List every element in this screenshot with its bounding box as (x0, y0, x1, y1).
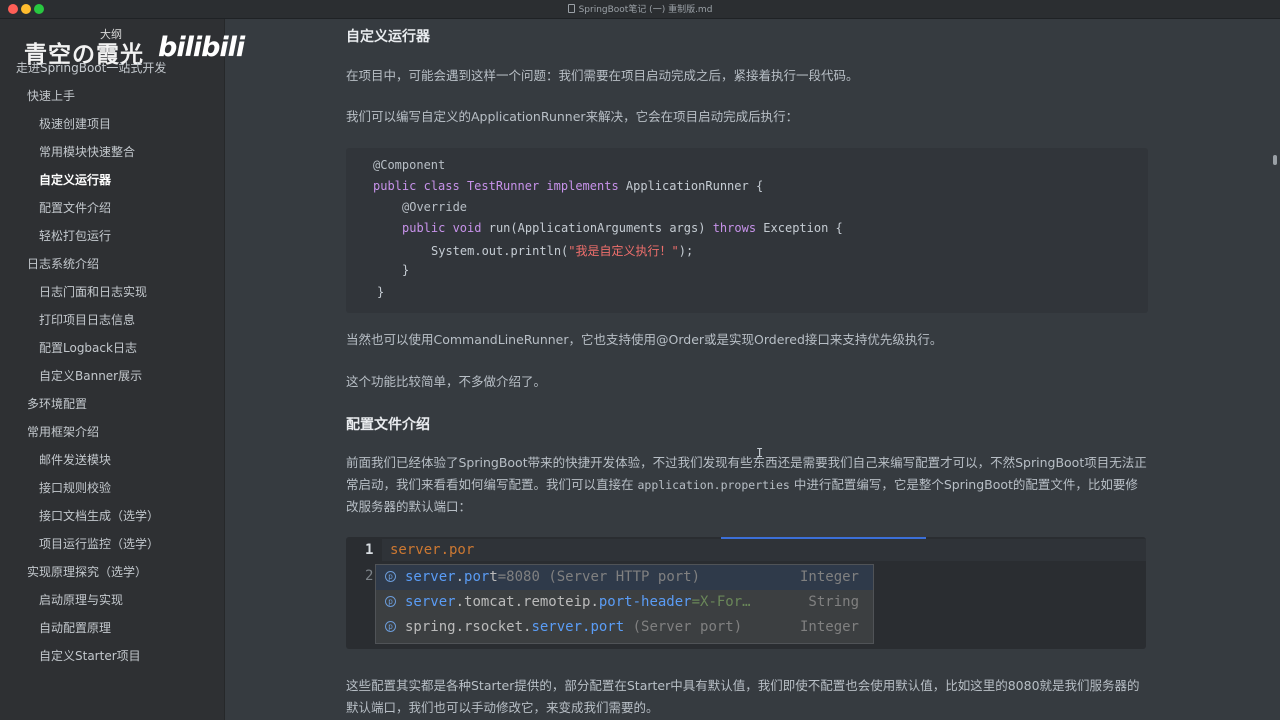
property-icon: p (385, 621, 396, 632)
code-line: public class TestRunner implements Appli… (373, 179, 764, 193)
outline-item[interactable]: 常用框架介绍 (27, 423, 99, 440)
outline-item[interactable]: 自定义Banner展示 (39, 367, 142, 384)
outline-item[interactable]: 自动配置原理 (39, 619, 111, 636)
outline-item[interactable]: 实现原理探究（选学） (27, 563, 147, 580)
outline-item[interactable]: 日志系统介绍 (27, 255, 99, 272)
code-line: @Component (373, 158, 446, 172)
editor-line-text[interactable]: server.por (390, 542, 474, 558)
code-line: @Override (402, 200, 468, 214)
outline-item[interactable]: 多环境配置 (27, 395, 87, 412)
outline-item[interactable]: 接口文档生成（选学） (39, 507, 159, 524)
paragraph: 这些配置其实都是各种Starter提供的，部分配置在Starter中具有默认值，… (346, 678, 1140, 715)
text-cursor-icon: I (756, 446, 764, 460)
outline-item[interactable]: 启动原理与实现 (39, 591, 123, 608)
outline-item[interactable]: 配置文件介绍 (39, 199, 111, 216)
paragraph: 在项目中，可能会遇到这样一个问题：我们需要在项目启动完成之后，紧接着执行一段代码… (346, 68, 859, 83)
outline-item[interactable]: 日志门面和日志实现 (39, 283, 147, 300)
outline-item[interactable]: 打印项目日志信息 (39, 311, 135, 328)
code-line: } (402, 263, 410, 277)
document-icon (567, 4, 575, 13)
code-line: public void run(ApplicationArguments arg… (402, 221, 843, 235)
completion-item[interactable]: p server.port=8080 (Server HTTP port) In… (376, 565, 873, 590)
vertical-scrollbar[interactable] (1273, 155, 1277, 165)
outline-item[interactable]: 极速创建项目 (39, 115, 111, 132)
code-line: } (377, 285, 385, 299)
current-line-highlight (382, 539, 1146, 561)
outline-item[interactable]: 常用模块快速整合 (39, 143, 135, 160)
outline-item[interactable]: 走进SpringBoot一站式开发 (16, 59, 166, 76)
completion-item[interactable]: p spring.rsocket.server.port (Server por… (376, 615, 873, 640)
code-line: System.out.println("我是自定义执行！"); (431, 244, 694, 258)
outline-sidebar: 青空の霞光 bilibili 大纲 走进SpringBoot一站式开发 快速上手极… (0, 19, 245, 720)
line-number: 1 (365, 542, 374, 558)
property-icon: p (385, 571, 396, 582)
document-content: 自定义运行器 在项目中，可能会遇到这样一个问题：我们需要在项目启动完成之后，紧接… (225, 19, 1268, 720)
window-title: SpringBoot笔记 (一) 重制版.md (0, 2, 1280, 15)
window-titlebar: SpringBoot笔记 (一) 重制版.md (0, 0, 1280, 19)
outline-item[interactable]: 快速上手 (27, 87, 75, 104)
paragraph: 当然也可以使用CommandLineRunner，它也支持使用@Order或是实… (346, 332, 943, 347)
code-block[interactable]: @Component public class TestRunner imple… (346, 148, 1148, 313)
outline-item[interactable]: 邮件发送模块 (39, 451, 111, 468)
line-number: 2 (365, 568, 374, 584)
paragraph: 这个功能比较简单，不多做介绍了。 (346, 374, 547, 389)
heading-config-file: 配置文件介绍 (346, 417, 430, 433)
completion-item[interactable]: p server.tomcat.remoteip.port-header=X-F… (376, 590, 873, 615)
autocomplete-popup: p server.port=8080 (Server HTTP port) In… (375, 564, 874, 644)
outline-item[interactable]: 接口规则校验 (39, 479, 111, 496)
paragraph: 我们可以编写自定义的ApplicationRunner来解决，它会在项目启动完成… (346, 109, 799, 124)
outline-label: 大纲 (100, 28, 122, 41)
outline-item[interactable]: 自定义运行器 (39, 171, 111, 188)
outline-item[interactable]: 自定义Starter项目 (39, 647, 141, 664)
outline-item[interactable]: 配置Logback日志 (39, 339, 137, 356)
properties-editor[interactable]: 1 2 server.por p server.port=8080 (Serve… (346, 537, 1146, 649)
outline-item[interactable]: 项目运行监控（选学） (39, 535, 159, 552)
outline-item[interactable]: 轻松打包运行 (39, 227, 111, 244)
heading-custom-runner: 自定义运行器 (346, 29, 430, 45)
property-icon: p (385, 596, 396, 607)
paragraph: 前面我们已经体验了SpringBoot带来的快捷开发体验，不过我们发现有些东西还… (346, 455, 1147, 514)
